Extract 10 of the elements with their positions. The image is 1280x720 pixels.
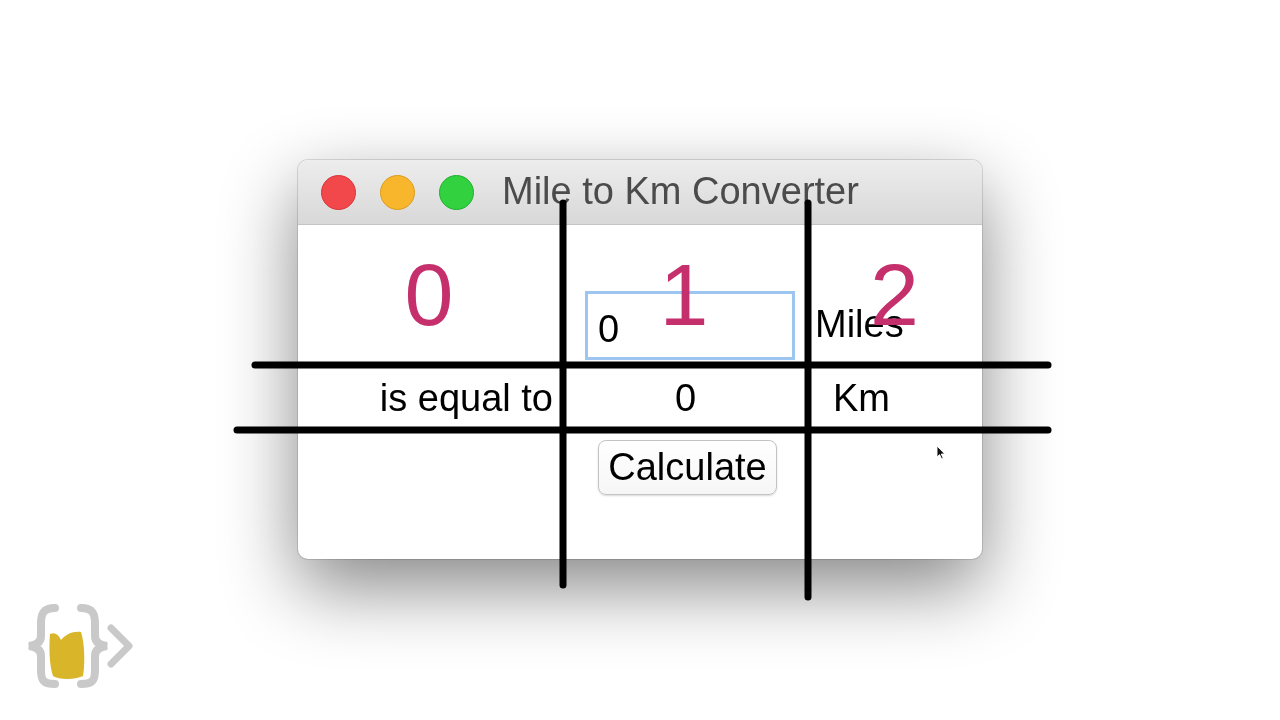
minimize-button[interactable] — [380, 174, 415, 210]
calculate-button[interactable]: Calculate — [598, 440, 777, 495]
equal-label: is equal to — [379, 377, 553, 420]
zoom-button[interactable] — [439, 174, 474, 210]
km-label: Km — [833, 377, 890, 420]
close-button[interactable] — [321, 174, 356, 210]
result-value: 0 — [674, 377, 697, 420]
column-number: 0 — [404, 251, 454, 339]
mouse-pointer-icon — [936, 445, 946, 460]
window-title: Mile to Km Converter — [502, 171, 859, 213]
